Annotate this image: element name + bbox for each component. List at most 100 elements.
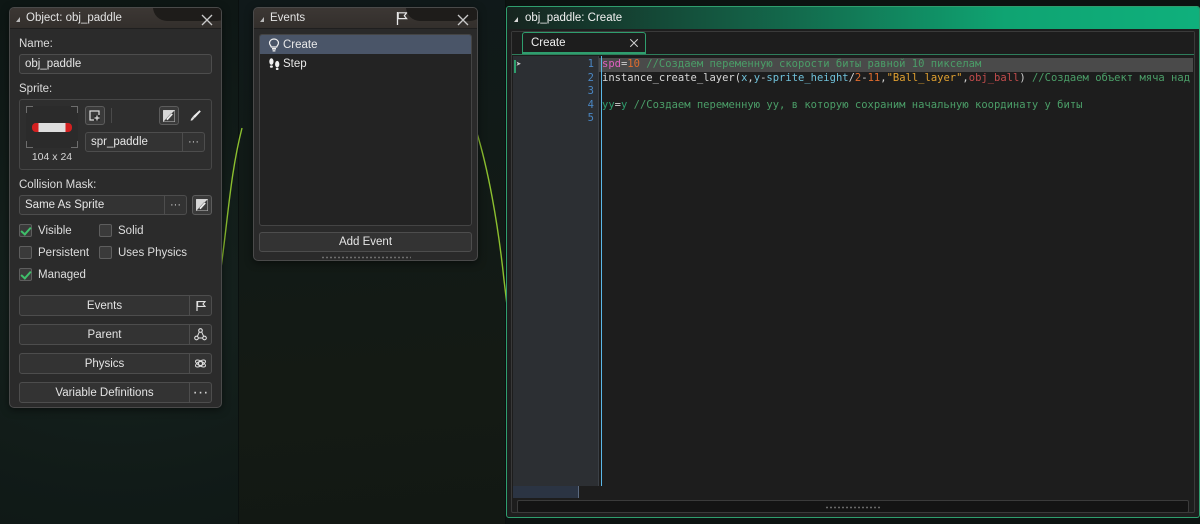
- flag-icon: [195, 300, 206, 311]
- code-token: //Создаем переменную скорости биты равно…: [639, 58, 982, 70]
- checkbox-label: Uses Physics: [118, 246, 188, 259]
- parent-button-icon-slot[interactable]: [190, 324, 212, 345]
- code-token: spd: [602, 58, 621, 70]
- checkbox-box-icon[interactable]: [19, 246, 32, 259]
- sprite-preview[interactable]: [26, 106, 78, 148]
- corner-marker-icon: [26, 106, 33, 113]
- panel-resize-grip[interactable]: [320, 256, 411, 259]
- line-number: 2: [587, 71, 594, 84]
- close-icon[interactable]: [200, 13, 214, 27]
- object-panel-body: Name: obj_paddle Sprite: 104 x 24 spr_pa…: [10, 29, 221, 403]
- code-editor-surface[interactable]: ➤ 1 2 3 4 5 spd=10 //Создаем переменную …: [513, 56, 1193, 486]
- collision-mask-label: Collision Mask:: [19, 179, 97, 191]
- new-sprite-button[interactable]: [85, 106, 105, 125]
- checkbox-box-icon[interactable]: [19, 224, 32, 237]
- object-panel-titlebar[interactable]: Object: obj_paddle: [10, 8, 221, 29]
- paint-sprite-button[interactable]: [185, 106, 205, 125]
- checkbox-box-icon[interactable]: [99, 224, 112, 237]
- edit-image-icon: [163, 109, 175, 122]
- checkbox-row-3: Managed: [19, 268, 212, 281]
- window-resize-grip[interactable]: [825, 506, 881, 509]
- checkbox-solid[interactable]: Solid: [99, 224, 144, 237]
- events-list: Create Step: [259, 34, 472, 226]
- line-number: 4: [587, 98, 594, 111]
- collapse-triangle-icon[interactable]: [260, 17, 264, 22]
- editor-marker-column[interactable]: ➤: [513, 56, 523, 486]
- physics-button[interactable]: Physics: [19, 353, 212, 374]
- collision-mask-value[interactable]: Same As Sprite: [19, 195, 165, 215]
- lightbulb-icon: [265, 37, 283, 52]
- hierarchy-icon: [194, 328, 207, 341]
- events-button-icon-slot[interactable]: [190, 295, 212, 316]
- code-token: 11: [867, 71, 881, 84]
- checkbox-persistent[interactable]: Persistent: [19, 246, 99, 259]
- physics-button-icon-slot[interactable]: [190, 353, 212, 374]
- edit-sprite-button[interactable]: [159, 106, 179, 125]
- sprite-name-input[interactable]: spr_paddle: [85, 132, 183, 152]
- checkbox-label: Managed: [38, 268, 86, 281]
- code-text-area[interactable]: spd=10 //Создаем переменную скорости бит…: [599, 56, 1193, 486]
- checkbox-managed[interactable]: Managed: [19, 268, 86, 281]
- events-button[interactable]: Events: [19, 295, 212, 316]
- sprite-label: Sprite:: [19, 83, 53, 95]
- checkbox-box-icon[interactable]: [99, 246, 112, 259]
- physics-button-label[interactable]: Physics: [19, 353, 190, 374]
- corner-marker-icon: [71, 106, 78, 113]
- checkbox-label: Visible: [38, 224, 72, 237]
- collision-mask-edit-button[interactable]: [192, 195, 212, 215]
- object-panel-title: Object: obj_paddle: [26, 12, 122, 24]
- variable-definitions-label[interactable]: Variable Definitions: [19, 382, 190, 403]
- events-panel: Events Create Step Add Event: [253, 7, 478, 261]
- sprite-thumbnail-wrap: 104 x 24: [26, 106, 78, 163]
- editor-bottom-bar: [513, 486, 1193, 513]
- code-token: sprite_height: [766, 71, 849, 84]
- close-icon[interactable]: [456, 13, 470, 27]
- editor-status-indicator: [513, 486, 579, 498]
- code-line: yy=y //Создаем переменную уу, в которую …: [599, 99, 1193, 113]
- collision-mask-menu-button[interactable]: ···: [165, 195, 187, 215]
- add-event-button[interactable]: Add Event: [259, 232, 472, 252]
- sprite-name-row: spr_paddle ···: [85, 132, 205, 152]
- object-name-input[interactable]: obj_paddle: [19, 54, 212, 74]
- collision-mask-field: Same As Sprite ···: [19, 195, 187, 215]
- variable-definitions-button[interactable]: Variable Definitions ···: [19, 382, 212, 403]
- checkbox-label: Solid: [118, 224, 144, 237]
- corner-marker-icon: [71, 141, 78, 148]
- footsteps-icon: [265, 57, 283, 70]
- close-icon[interactable]: [629, 38, 639, 48]
- checkbox-row-1: Visible Solid: [19, 224, 212, 237]
- event-item-label: Step: [283, 57, 307, 70]
- checkbox-uses-physics[interactable]: Uses Physics: [99, 246, 187, 259]
- parent-button[interactable]: Parent: [19, 324, 212, 345]
- edit-image-icon: [196, 199, 208, 211]
- line-number: 5: [587, 112, 594, 124]
- sprite-menu-button[interactable]: ···: [183, 132, 205, 152]
- sprite-dimensions: 104 x 24: [31, 151, 73, 163]
- collapse-triangle-icon[interactable]: [16, 17, 20, 22]
- event-item-step[interactable]: Step: [260, 54, 471, 73]
- events-button-label[interactable]: Events: [19, 295, 190, 316]
- code-token: yy: [602, 98, 615, 111]
- paddle-sprite-image: [32, 123, 72, 132]
- checkbox-label: Persistent: [38, 246, 90, 259]
- event-item-create[interactable]: Create: [260, 35, 471, 54]
- sprite-controls: spr_paddle ···: [85, 106, 205, 163]
- parent-button-label[interactable]: Parent: [19, 324, 190, 345]
- sprite-section: 104 x 24 spr_paddle ···: [19, 99, 212, 170]
- add-sprite-icon: [89, 109, 100, 121]
- checkbox-visible[interactable]: Visible: [19, 224, 99, 237]
- events-panel-titlebar[interactable]: Events: [254, 8, 477, 29]
- separator: [111, 108, 112, 123]
- code-editor-container: Create ➤ 1 2 3 4 5 spd=10 //Создаем пере…: [511, 31, 1195, 513]
- checkbox-row-2: Persistent Uses Physics: [19, 246, 212, 259]
- checkbox-box-icon[interactable]: [19, 268, 32, 281]
- paintbrush-icon: [190, 110, 201, 121]
- variable-definitions-menu[interactable]: ···: [190, 382, 212, 403]
- code-window-titlebar[interactable]: obj_paddle: Create: [507, 7, 1199, 29]
- collapse-triangle-icon[interactable]: [514, 17, 518, 22]
- code-token: "Ball_layer": [886, 71, 963, 84]
- code-tab-create[interactable]: Create: [522, 32, 646, 54]
- line-number: 1: [587, 58, 594, 70]
